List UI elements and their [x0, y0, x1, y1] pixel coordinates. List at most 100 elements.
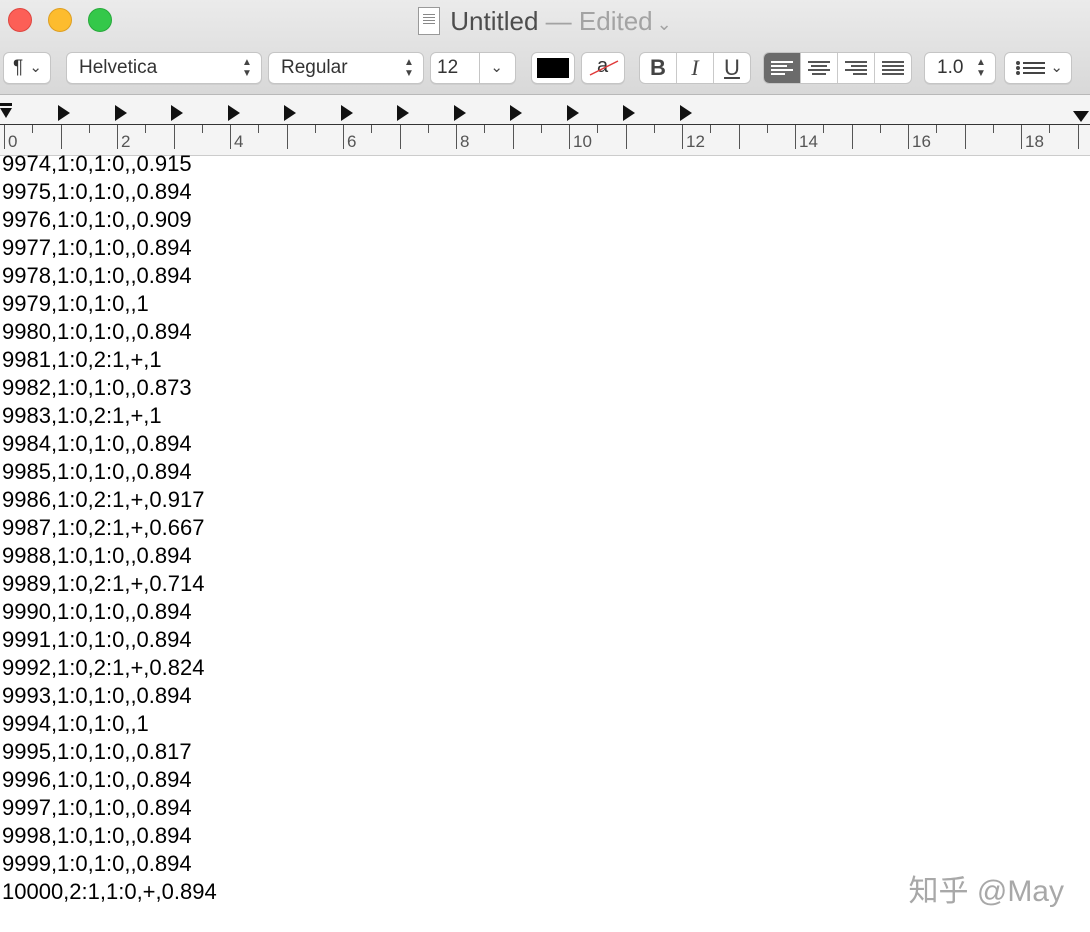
document-line: 9977,1:0,1:0,,0.894 — [2, 235, 192, 260]
bold-button[interactable]: B — [640, 53, 677, 83]
ruler-tick — [879, 125, 881, 133]
ruler-tick — [738, 125, 740, 149]
ruler-label: 4 — [234, 132, 244, 151]
ruler-tick — [173, 125, 175, 149]
ruler-tick — [343, 125, 344, 149]
document-line: 9983,1:0,2:1,+,1 — [2, 403, 162, 428]
ruler-tick — [851, 125, 853, 149]
align-center-icon — [808, 61, 830, 75]
tab-stop-marker[interactable] — [58, 105, 70, 121]
ruler-tick — [653, 125, 655, 133]
ruler-tick — [427, 125, 429, 133]
tab-stop-marker[interactable] — [227, 105, 240, 121]
watermark: 知乎 @May — [908, 875, 1064, 908]
indent-marker-icon[interactable] — [0, 103, 14, 119]
list-icon — [1016, 61, 1045, 75]
tab-stop-marker[interactable] — [679, 105, 692, 121]
document-line: 9989,1:0,2:1,+,0.714 — [2, 571, 205, 596]
justify-button[interactable] — [875, 53, 911, 83]
ruler-tick — [484, 125, 486, 133]
paragraph-icon: ¶ — [13, 57, 24, 78]
ruler-tick — [258, 125, 260, 133]
document-line: 9998,1:0,1:0,,0.894 — [2, 823, 192, 848]
tab-stop-marker[interactable] — [284, 105, 296, 121]
highlight-color-button[interactable]: a — [581, 52, 625, 84]
tab-stop-marker[interactable] — [397, 105, 409, 121]
line-spacing-select[interactable]: 1.0 ▲ ▼ — [924, 52, 996, 84]
ruler-tick — [964, 125, 966, 149]
ruler-tick — [710, 125, 712, 133]
document-line: 9987,1:0,2:1,+,0.667 — [2, 515, 205, 540]
paragraph-styles-button[interactable]: ¶ ⌄ — [3, 52, 51, 84]
align-center-button[interactable] — [801, 53, 838, 83]
ruler-tick — [88, 125, 90, 133]
tab-stop-marker[interactable] — [566, 105, 579, 121]
align-right-button[interactable] — [838, 53, 875, 83]
up-down-arrows-icon: ▲ ▼ — [404, 57, 414, 79]
ruler-tick — [823, 125, 825, 133]
tab-stop-marker[interactable] — [510, 105, 522, 121]
ruler-label: 2 — [121, 132, 131, 151]
ruler-tick — [512, 125, 514, 149]
document-line: 9976,1:0,1:0,,0.909 — [2, 207, 192, 232]
tab-stop-marker[interactable] — [171, 105, 183, 121]
window-title[interactable]: Untitled — Edited ⌄ — [0, 4, 1090, 41]
document-line: 9997,1:0,1:0,,0.894 — [2, 795, 192, 820]
ruler-label: 16 — [912, 132, 931, 151]
ruler-tick — [314, 125, 316, 133]
ruler-tick — [908, 125, 909, 149]
text-color-button[interactable] — [531, 52, 575, 84]
italic-button[interactable]: I — [677, 53, 714, 83]
document-text-area[interactable]: 9974,1:0,1:0,,0.915 9975,1:0,1:0,,0.894 99… — [0, 150, 1090, 932]
ruler-tick — [569, 125, 570, 149]
ruler-tick — [371, 125, 373, 133]
document-line: 9974,1:0,1:0,,0.915 — [2, 151, 192, 176]
font-family-select[interactable]: Helvetica ▲ ▼ — [66, 52, 262, 84]
ruler-tick — [4, 125, 5, 149]
document-line: 9986,1:0,2:1,+,0.917 — [2, 487, 205, 512]
align-left-button[interactable] — [764, 53, 801, 83]
ruler-tick — [1021, 125, 1022, 149]
up-down-arrows-icon: ▲ ▼ — [242, 57, 252, 79]
ruler-tick — [201, 125, 203, 133]
document-line: 9992,1:0,2:1,+,0.824 — [2, 655, 205, 680]
right-margin-marker-icon[interactable] — [1073, 111, 1089, 123]
alignment-group — [763, 52, 912, 84]
document-line: 9982,1:0,1:0,,0.873 — [2, 375, 192, 400]
tab-stop-marker[interactable] — [623, 105, 635, 121]
text-style-group: B I U — [639, 52, 751, 84]
align-left-icon — [771, 61, 793, 75]
ruler-baseline — [0, 124, 1090, 125]
ruler-tick — [117, 125, 118, 149]
chevron-down-icon: ⌄ — [1050, 59, 1063, 76]
text-color-swatch — [537, 58, 569, 78]
font-style-value: Regular — [281, 57, 348, 78]
tab-stop-marker[interactable] — [453, 105, 466, 121]
document-line: 9988,1:0,1:0,,0.894 — [2, 543, 192, 568]
underline-button[interactable]: U — [714, 53, 750, 83]
ruler-tick — [1077, 125, 1079, 149]
document-line: 9985,1:0,1:0,,0.894 — [2, 459, 192, 484]
document-line: 9984,1:0,1:0,,0.894 — [2, 431, 192, 456]
ruler[interactable]: 0 2 4 6 8 10 12 14 16 18 — [0, 95, 1090, 156]
ruler-tick — [540, 125, 542, 133]
font-style-select[interactable]: Regular ▲ ▼ — [268, 52, 424, 84]
ruler-tick — [456, 125, 457, 149]
font-size-combo[interactable]: 12 ⌄ — [430, 52, 516, 84]
list-bullets-button[interactable]: ⌄ — [1004, 52, 1072, 84]
ruler-tick — [682, 125, 683, 149]
ruler-tick — [1049, 125, 1051, 133]
document-line: 9981,1:0,2:1,+,1 — [2, 347, 162, 372]
tab-stop-marker[interactable] — [340, 105, 353, 121]
chevron-down-icon: ⌄ — [29, 59, 42, 76]
ruler-label: 10 — [573, 132, 592, 151]
document-line: 9980,1:0,1:0,,0.894 — [2, 319, 192, 344]
ruler-tick — [286, 125, 288, 149]
ruler-label: 6 — [347, 132, 357, 151]
tab-stop-marker[interactable] — [114, 105, 127, 121]
ruler-tick — [399, 125, 401, 149]
document-line: 9990,1:0,1:0,,0.894 — [2, 599, 192, 624]
document-lines: 9974,1:0,1:0,,0.915 9975,1:0,1:0,,0.894 99… — [0, 150, 1090, 906]
ruler-tick — [795, 125, 796, 149]
ruler-tick — [145, 125, 147, 133]
